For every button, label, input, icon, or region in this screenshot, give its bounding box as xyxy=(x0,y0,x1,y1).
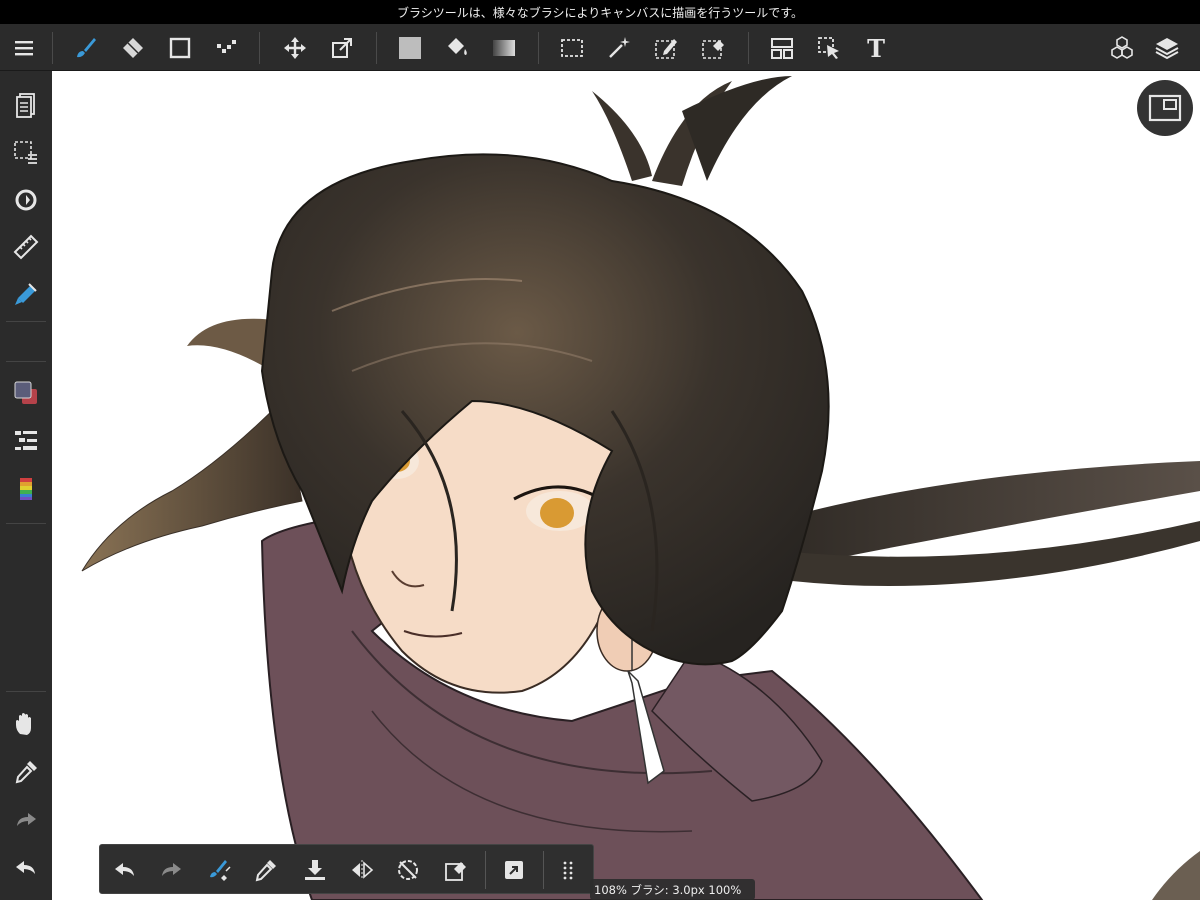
hand-icon[interactable] xyxy=(6,704,46,744)
text-icon[interactable]: T xyxy=(856,28,896,68)
dot-select-icon[interactable] xyxy=(207,28,247,68)
color-swatches-icon[interactable] xyxy=(6,373,46,413)
navigator-button[interactable] xyxy=(1137,80,1193,136)
eyedropper-icon[interactable] xyxy=(6,752,46,792)
status-text: 108% ブラシ: 3.0px 100% xyxy=(594,882,742,897)
clear-icon[interactable] xyxy=(436,850,476,890)
redo-icon[interactable] xyxy=(6,800,46,840)
select-eraser-icon[interactable] xyxy=(693,28,733,68)
magic-wand-icon[interactable] xyxy=(599,28,639,68)
grid-icon[interactable] xyxy=(548,850,588,890)
status-bar: ブラシツールは、様々なブラシによりキャンバスに描画を行うツールです。 xyxy=(0,0,1200,24)
select-pen-icon[interactable] xyxy=(646,28,686,68)
undo-icon[interactable] xyxy=(6,848,46,888)
flip-icon[interactable] xyxy=(342,850,382,890)
import-icon[interactable] xyxy=(295,850,335,890)
menu-icon[interactable] xyxy=(4,28,44,68)
selection-list-icon[interactable] xyxy=(6,132,46,172)
left-toolbar xyxy=(0,71,52,900)
fill-color-icon[interactable] xyxy=(390,28,430,68)
color-bar-icon[interactable] xyxy=(6,469,46,509)
undo-icon[interactable] xyxy=(105,850,145,890)
brush-list-icon[interactable] xyxy=(6,421,46,461)
navigator-icon xyxy=(1148,94,1182,122)
rotate-icon[interactable] xyxy=(6,180,46,220)
eraser-icon[interactable] xyxy=(113,28,153,68)
move-icon[interactable] xyxy=(275,28,315,68)
top-toolbar: T xyxy=(0,24,1200,71)
panel-icon[interactable] xyxy=(762,28,802,68)
pages-icon[interactable] xyxy=(6,85,46,125)
zoom-brush-status: 108% ブラシ: 3.0px 100% xyxy=(590,879,756,900)
layers-icon[interactable] xyxy=(1147,28,1187,68)
brush-toggle-icon[interactable] xyxy=(200,850,240,890)
tool-hint-text: ブラシツールは、様々なブラシによりキャンバスに描画を行うツールです。 xyxy=(396,5,804,20)
artwork xyxy=(81,76,1200,900)
gradient-icon[interactable] xyxy=(484,28,524,68)
rectangle-icon[interactable] xyxy=(160,28,200,68)
brush-icon[interactable] xyxy=(66,28,106,68)
select-rect-icon[interactable] xyxy=(552,28,592,68)
drawing-canvas[interactable] xyxy=(52,71,1200,900)
ruler-icon[interactable] xyxy=(6,227,46,267)
share-icon[interactable] xyxy=(494,850,534,890)
material-icon[interactable] xyxy=(1102,28,1142,68)
eyedropper-icon[interactable] xyxy=(246,850,286,890)
quick-access-bar xyxy=(99,844,594,894)
rotate-reset-icon[interactable] xyxy=(388,850,428,890)
pen-icon[interactable] xyxy=(6,274,46,314)
bucket-icon[interactable] xyxy=(437,28,477,68)
transform-icon[interactable] xyxy=(322,28,362,68)
select-arrow-icon[interactable] xyxy=(809,28,849,68)
redo-icon[interactable] xyxy=(151,850,191,890)
